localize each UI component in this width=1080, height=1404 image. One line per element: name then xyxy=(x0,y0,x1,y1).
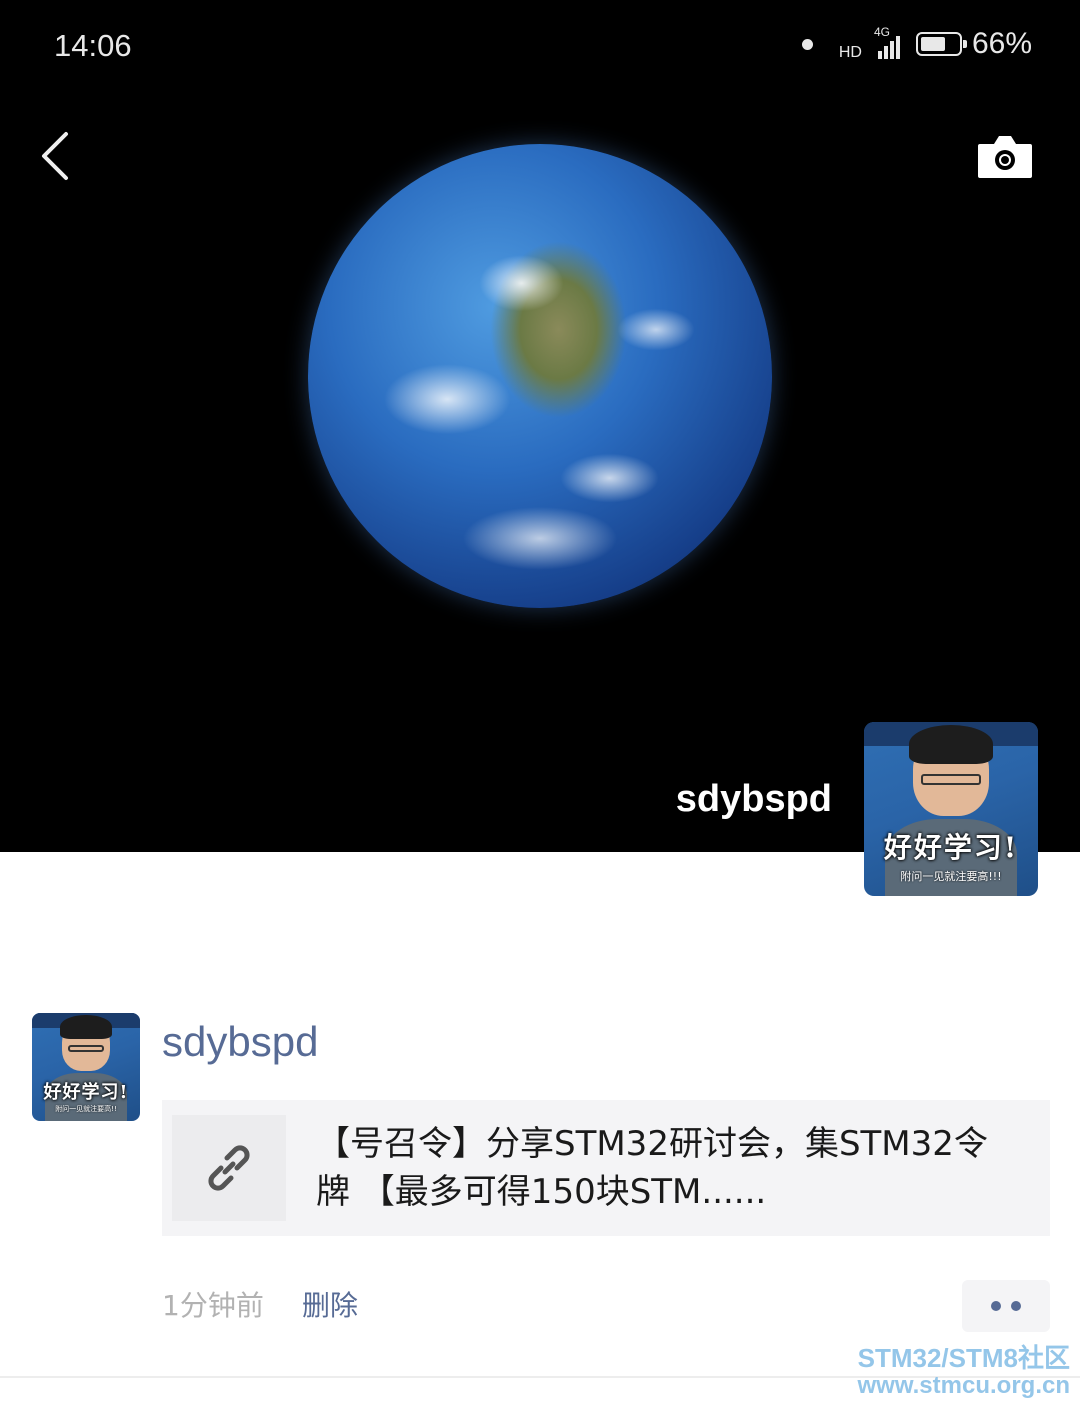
cover-image-earth xyxy=(308,144,772,608)
post-username[interactable]: sdybspd xyxy=(162,1018,318,1066)
signal-icon: 4G xyxy=(872,25,906,61)
battery-icon xyxy=(915,32,967,56)
battery-percent: 66% xyxy=(971,27,1032,60)
post-time: 1分钟前 xyxy=(162,1289,264,1322)
status-icons: HD 4G 66% xyxy=(801,25,1032,62)
avatar-subcaption: 附问一见就注要高!!! xyxy=(900,870,1002,884)
link-thumbnail xyxy=(172,1115,286,1221)
post-avatar[interactable]: 好好学习! 附问一见就注要高!! xyxy=(32,1013,140,1121)
watermark: STM32/STM8社区 www.stmcu.org.cn xyxy=(858,1344,1070,1400)
chevron-left-icon[interactable] xyxy=(38,130,74,182)
more-button[interactable] xyxy=(962,1280,1050,1332)
network-type: 4G xyxy=(873,25,890,39)
link-icon xyxy=(208,1145,250,1191)
avatar-caption: 好好学习! xyxy=(883,831,1019,865)
shared-link-card[interactable]: 【号召令】分享STM32研讨会，集STM32令牌 【最多可得150块STM...… xyxy=(162,1100,1050,1236)
watermark-line2: www.stmcu.org.cn xyxy=(857,1372,1070,1399)
link-title: 【号召令】分享STM32研讨会，集STM32令牌 【最多可得150块STM...… xyxy=(316,1124,988,1212)
delete-button[interactable]: 删除 xyxy=(302,1284,358,1324)
more-dots-icon xyxy=(991,1301,1001,1311)
watermark-line1: STM32/STM8社区 xyxy=(857,1343,1070,1373)
hd-label: HD xyxy=(838,44,862,61)
camera-icon[interactable] xyxy=(976,132,1034,180)
avatar-subcaption: 附问一见就注要高!! xyxy=(55,1104,117,1113)
cover-username[interactable]: sdybspd xyxy=(676,778,832,821)
status-time: 14:06 xyxy=(54,28,132,63)
avatar-caption: 好好学习! xyxy=(43,1081,129,1103)
cover-avatar[interactable]: 好好学习! 附问一见就注要高!!! xyxy=(864,722,1038,896)
notification-dot-icon xyxy=(801,38,813,50)
